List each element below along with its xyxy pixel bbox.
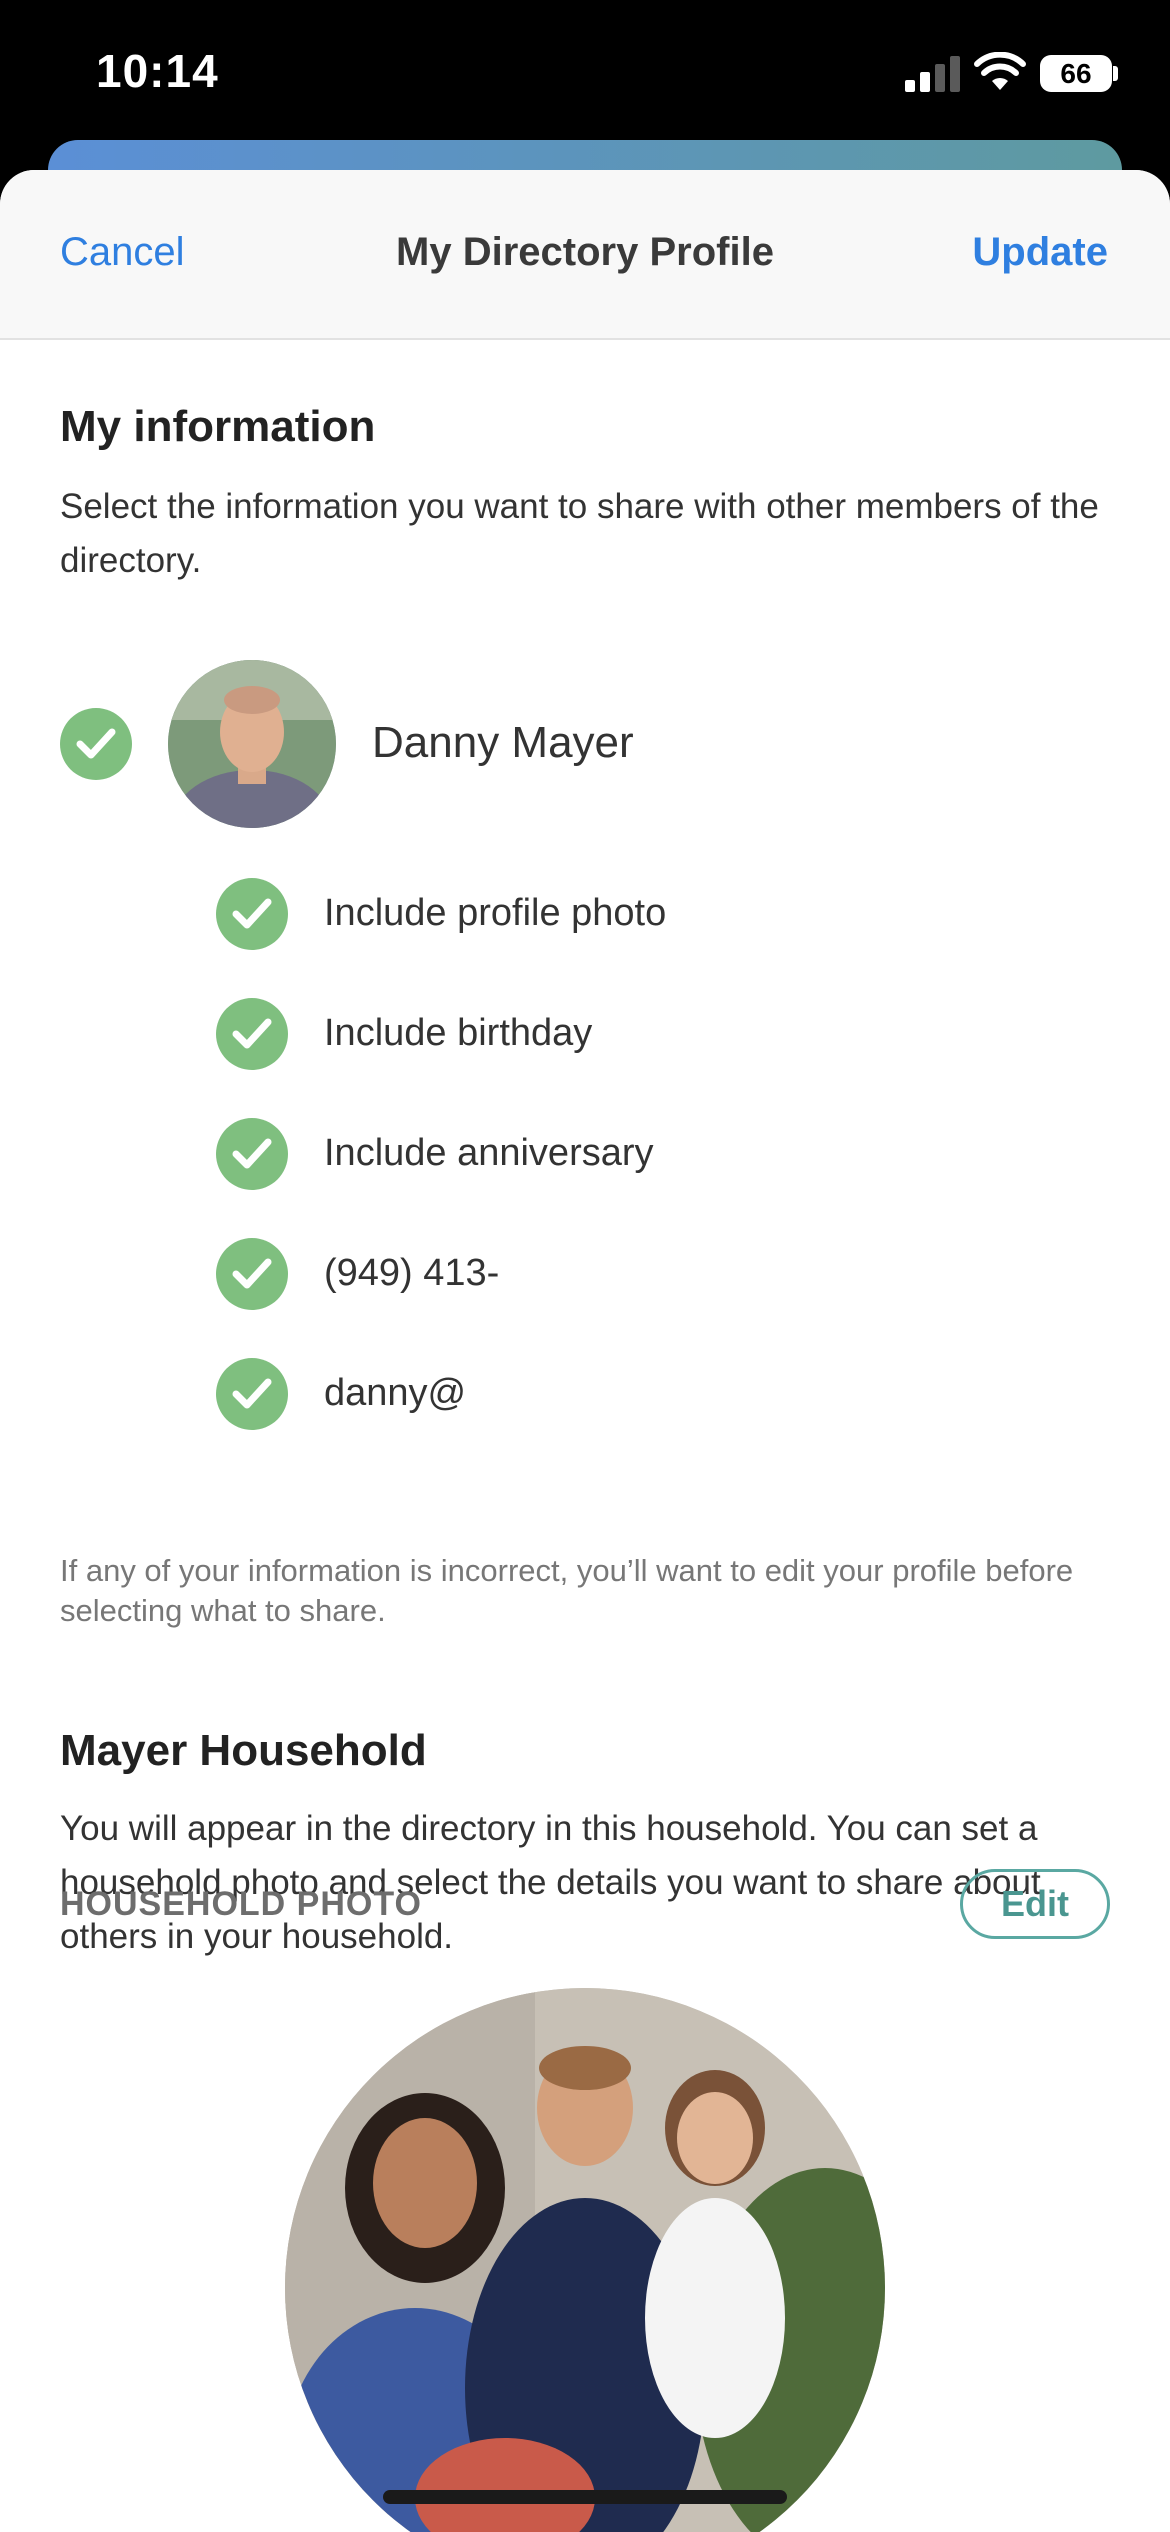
checkmark-icon [232,1018,272,1049]
info-note: If any of your information is incorrect,… [60,1553,1074,1628]
person-name: Danny Mayer [372,718,634,767]
edit-household-photo-button[interactable]: Edit [960,1869,1110,1939]
checkmark-icon [232,898,272,929]
checkmark-icon [232,1378,272,1409]
status-bar: 10:14 66 [0,0,1170,150]
option-label-anniversary: Include anniversary [324,1132,654,1174]
checkmark-icon [232,1258,272,1289]
my-information-description: Select the information you want to share… [60,487,1099,580]
anniversary-checkbox[interactable] [216,1118,288,1190]
household-title: Mayer Household [60,1726,427,1775]
cellular-signal-icon [905,56,961,92]
my-information-title: My information [60,402,376,451]
checkmark-icon [76,728,116,759]
wifi-icon [974,52,1026,90]
battery-nub [1113,66,1118,81]
person-checkbox[interactable] [60,708,132,780]
battery-icon: 66 [1040,55,1112,92]
home-indicator[interactable] [383,2490,787,2504]
avatar [168,660,336,828]
email-checkbox[interactable] [216,1358,288,1430]
option-label-birthday: Include birthday [324,1012,593,1054]
birthday-checkbox[interactable] [216,998,288,1070]
nav-bar: Cancel My Directory Profile Update [0,170,1170,340]
household-photo-label: HOUSEHOLD PHOTO [60,1885,422,1923]
status-time: 10:14 [96,45,219,97]
checkmark-icon [232,1138,272,1169]
option-label-email: danny@ [324,1372,467,1414]
profile-photo-checkbox[interactable] [216,878,288,950]
option-label-profile-photo: Include profile photo [324,892,667,934]
update-button[interactable]: Update [972,230,1108,275]
household-description: You will appear in the directory in this… [60,1809,1041,1956]
phone-checkbox[interactable] [216,1238,288,1310]
option-label-phone: (949) 413- [324,1252,500,1294]
